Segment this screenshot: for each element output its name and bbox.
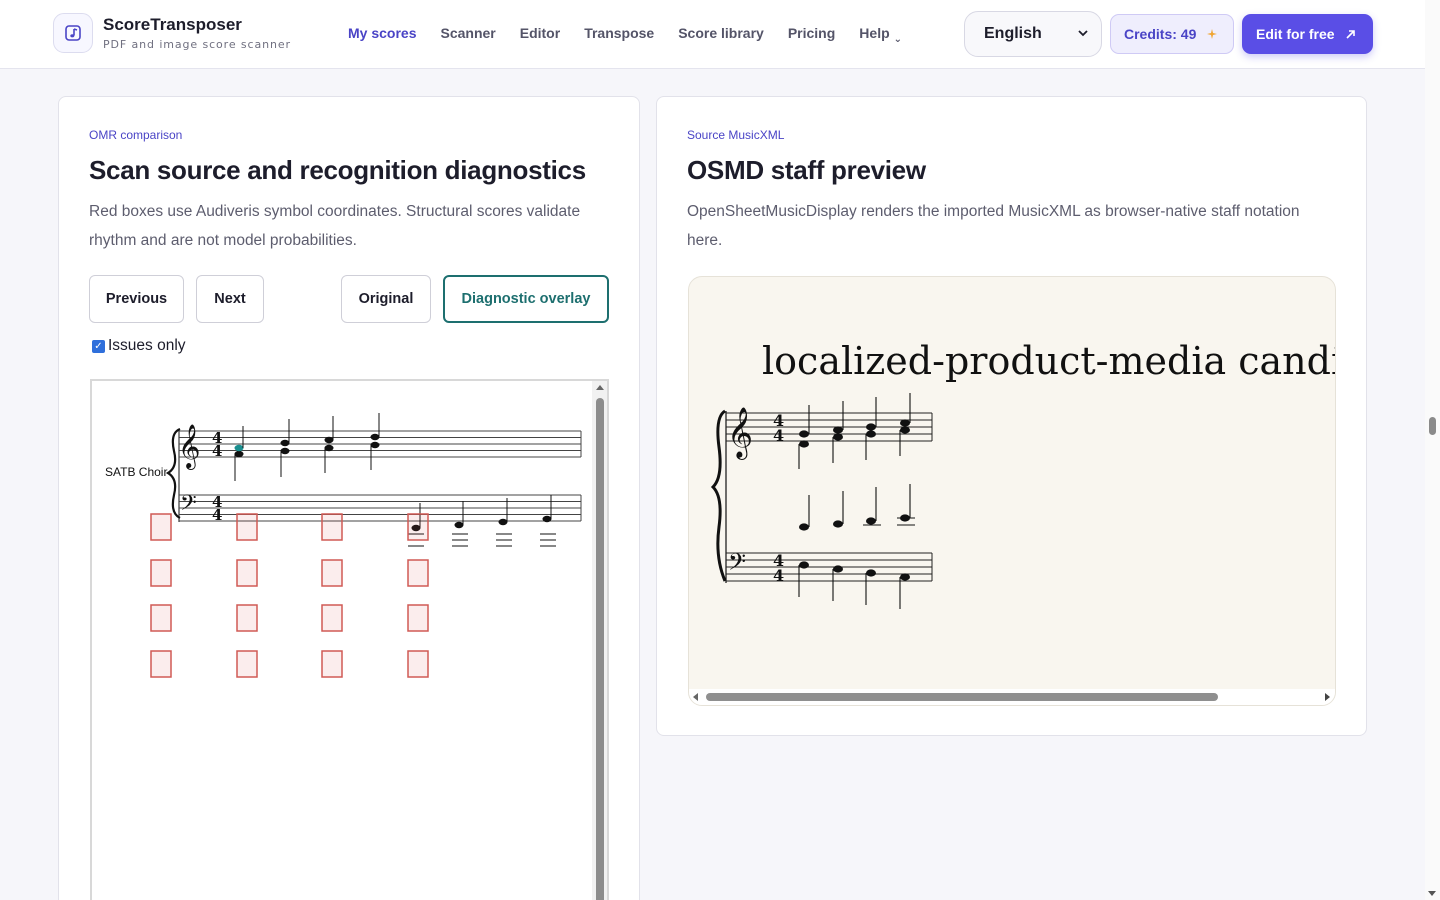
arrow-up-right-icon [1346, 29, 1355, 39]
scroll-right-arrow-icon[interactable] [1325, 693, 1330, 701]
svg-text:4: 4 [212, 506, 222, 524]
scrollbar-thumb[interactable] [596, 398, 604, 900]
music-note-icon [65, 25, 81, 41]
language-value: English [984, 25, 1042, 42]
scroll-down-arrow-icon[interactable] [1428, 891, 1436, 896]
card-description: OpenSheetMusicDisplay renders the import… [687, 203, 1300, 249]
diagnostic-score-view[interactable]: SATB Choir 𝄞 𝄢 4 4 4 4 [90, 379, 609, 900]
credits-label: Credits: 49 [1124, 26, 1197, 42]
diagnostic-vertical-scrollbar[interactable] [592, 381, 607, 900]
nav-help[interactable]: Help ⌄ [859, 25, 902, 45]
nav-score-library[interactable]: Score library [678, 25, 764, 41]
nav-transpose[interactable]: Transpose [584, 25, 654, 41]
nav-pricing[interactable]: Pricing [788, 25, 835, 41]
card-eyebrow: Source MusicXML [687, 128, 785, 142]
nav-editor[interactable]: Editor [520, 25, 560, 41]
issues-only-label: Issues only [108, 337, 186, 354]
diagnostic-overlay-button[interactable]: Diagnostic overlay [443, 275, 609, 323]
omr-comparison-card: OMR comparison Scan source and recogniti… [58, 96, 640, 900]
svg-text:𝄢: 𝄢 [728, 548, 746, 581]
osmd-staff-render: 𝄞 𝄢 44 44 [710, 393, 933, 609]
card-description: Red boxes use Audiveris symbol coordinat… [89, 203, 581, 249]
card-title: OSMD staff preview [687, 155, 926, 185]
svg-text:4: 4 [773, 426, 784, 445]
svg-text:𝄞: 𝄞 [727, 407, 753, 460]
sparkle-icon [1207, 29, 1218, 39]
score-title: localized-product-media candidate s [762, 339, 1335, 383]
scrollbar-thumb[interactable] [1429, 417, 1436, 435]
original-view-button[interactable]: Original [341, 275, 431, 323]
diagnostic-score-image: SATB Choir 𝄞 𝄢 4 4 44 [105, 413, 582, 678]
brand-tagline: PDF and image score scanner [103, 38, 291, 51]
chevron-down-icon: ⌄ [893, 34, 903, 45]
scroll-up-arrow-icon[interactable] [596, 385, 604, 390]
card-eyebrow: OMR comparison [89, 128, 183, 142]
svg-text:4: 4 [773, 566, 784, 585]
edit-for-free-label: Edit for free [1256, 26, 1335, 42]
musicxml-preview-card: Source MusicXML OSMD staff preview OpenS… [656, 96, 1367, 736]
logo[interactable] [53, 13, 93, 53]
language-select[interactable]: English [964, 11, 1102, 57]
card-title: Scan source and recognition diagnostics [89, 155, 586, 185]
osmd-preview[interactable]: localized-product-media candidate s 𝄞 𝄢 [688, 276, 1336, 706]
svg-text:4: 4 [212, 442, 222, 460]
brand-name[interactable]: ScoreTransposer [103, 15, 242, 35]
scrollbar-thumb[interactable] [706, 693, 1218, 701]
scroll-left-arrow-icon[interactable] [693, 693, 698, 701]
svg-text:𝄞: 𝄞 [178, 424, 200, 470]
issues-only-toggle[interactable]: ✓ Issues only [92, 337, 186, 355]
issues-only-checkbox[interactable]: ✓ [92, 339, 105, 353]
chevron-down-icon [1078, 30, 1088, 37]
nav-my-scores[interactable]: My scores [348, 25, 416, 41]
nav-help-label: Help [859, 25, 890, 41]
top-navigation-bar: ScoreTransposer PDF and image score scan… [0, 0, 1425, 69]
part-label: SATB Choir [105, 465, 167, 479]
osmd-horizontal-scrollbar[interactable] [689, 689, 1335, 705]
credits-button[interactable]: Credits: 49 [1110, 14, 1234, 54]
next-button[interactable]: Next [196, 275, 264, 323]
page-vertical-scrollbar[interactable] [1425, 0, 1440, 900]
main-nav: My scores Scanner Editor Transpose Score… [348, 25, 902, 45]
nav-scanner[interactable]: Scanner [440, 25, 495, 41]
svg-text:𝄢: 𝄢 [180, 491, 197, 521]
previous-button[interactable]: Previous [89, 275, 184, 323]
edit-for-free-button[interactable]: Edit for free [1242, 14, 1373, 54]
